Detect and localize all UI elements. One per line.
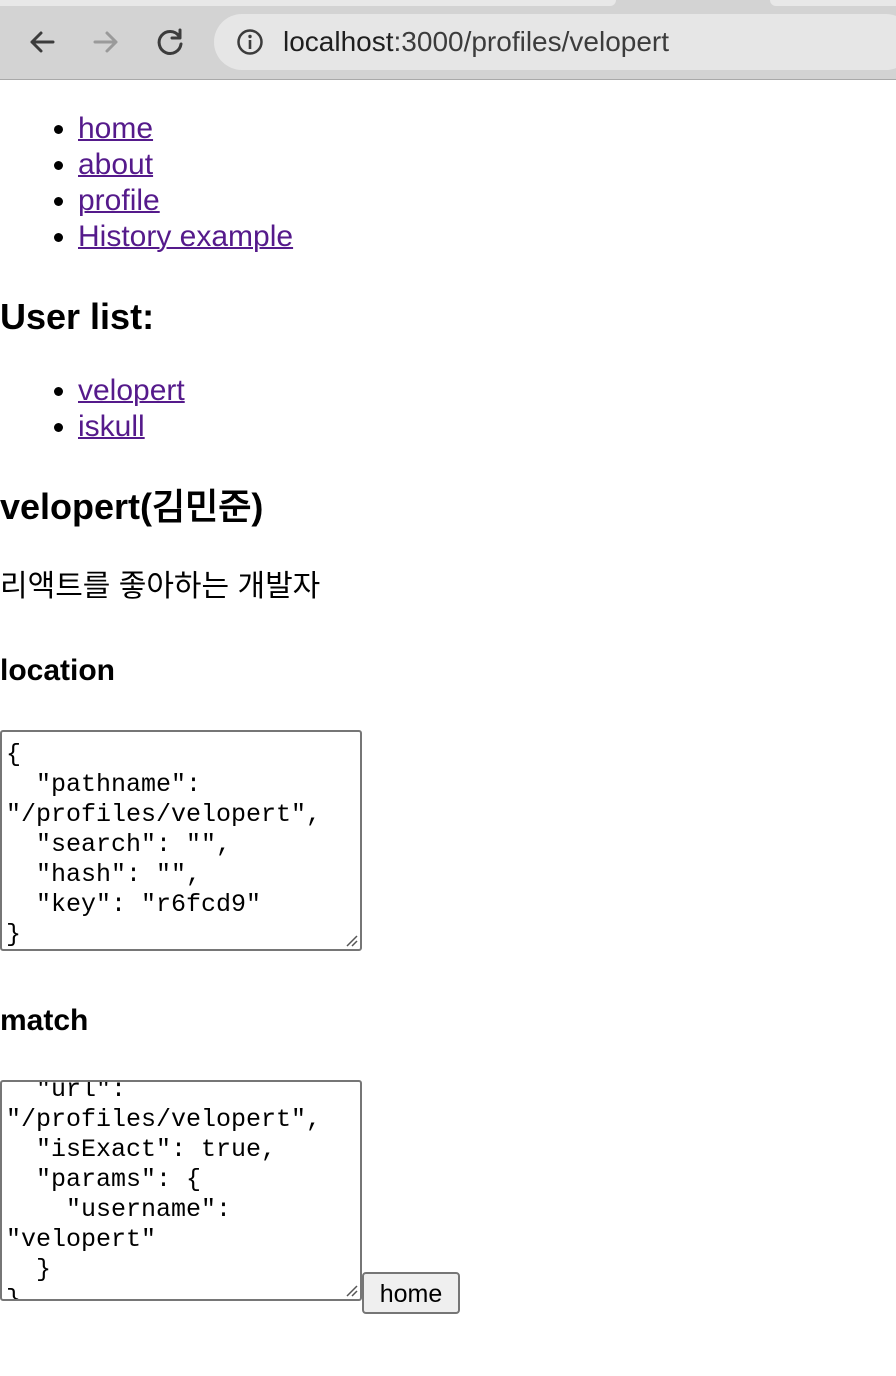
info-icon[interactable] [236,28,264,56]
resize-grip-icon[interactable] [342,1281,358,1297]
nav-link-profile[interactable]: profile [78,184,160,217]
nav-menu: home about profile History example [0,111,293,255]
user-item-velopert: velopert [78,373,185,409]
location-textarea[interactable]: { "pathname": "/profiles/velopert", "sea… [0,730,362,951]
user-list: velopert iskull [0,373,185,445]
user-list-heading: User list: [0,296,155,337]
user-link-velopert[interactable]: velopert [78,374,185,407]
back-button[interactable] [20,20,64,64]
match-json: "url": "/profiles/velopert", "isExact": … [6,1080,322,1301]
reload-button[interactable] [148,20,192,64]
url-path: :3000/profiles/velopert [393,26,670,57]
browser-toolbar: localhost:3000/profiles/velopert [0,0,896,80]
forward-button[interactable] [84,20,128,64]
profile-name-heading: velopert(김민준) [0,486,264,527]
reload-icon [157,28,183,55]
nav-item-home: home [78,111,293,147]
location-json: { "pathname": "/profiles/velopert", "sea… [6,740,322,949]
profile-description: 리액트를 좋아하는 개발자 [0,570,321,603]
user-item-iskull: iskull [78,409,185,445]
nav-item-about: about [78,147,293,183]
arrow-left-icon [30,31,55,53]
nav-item-history-example: History example [78,219,293,255]
url-host: localhost [283,26,394,57]
url-text[interactable]: localhost:3000/profiles/velopert [283,25,669,59]
arrow-right-icon [93,31,118,53]
nav-item-profile: profile [78,183,293,219]
match-textarea[interactable]: "url": "/profiles/velopert", "isExact": … [0,1080,362,1301]
nav-link-about[interactable]: about [78,148,153,181]
resize-grip-icon[interactable] [342,931,358,947]
nav-link-home[interactable]: home [78,112,153,145]
user-link-iskull[interactable]: iskull [78,410,145,443]
match-heading: match [0,1004,89,1037]
nav-link-history-example[interactable]: History example [78,220,293,253]
inactive-tab-edge[interactable] [770,0,896,6]
location-heading: location [0,654,116,687]
home-button[interactable]: home [362,1272,460,1314]
active-tab-edge[interactable] [0,0,616,6]
